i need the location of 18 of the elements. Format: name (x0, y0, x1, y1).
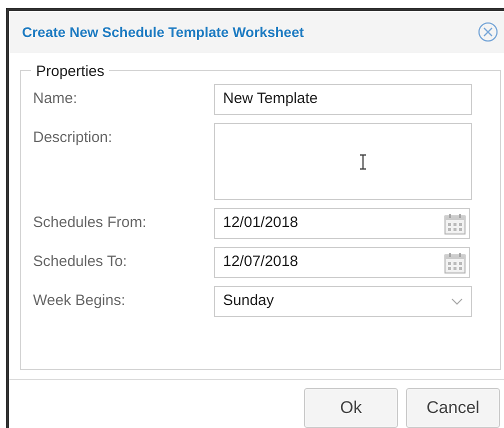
text-field[interactable]: New Template (214, 84, 472, 115)
text-cursor-icon (359, 154, 367, 170)
field-label: Schedules From: (33, 213, 148, 233)
field-label: Schedules To: (33, 252, 128, 272)
ok-button[interactable]: Ok (304, 388, 398, 428)
dialog-title: Create New Schedule Template Worksheet (22, 22, 304, 42)
date-field[interactable]: 12/01/2018 (214, 208, 470, 239)
date-field[interactable]: 12/07/2018 (214, 247, 470, 278)
cancel-button[interactable]: Cancel (406, 388, 500, 428)
field-label: Name: (33, 89, 78, 109)
field-label: Description: (33, 128, 114, 148)
calendar-icon[interactable] (444, 252, 466, 274)
description-field[interactable] (214, 123, 472, 200)
chevron-down-icon (451, 298, 463, 306)
week-dropdown[interactable]: Sunday (214, 286, 472, 317)
calendar-icon[interactable] (444, 212, 466, 234)
close-icon[interactable] (478, 22, 498, 42)
field-label: Week Begins: (33, 291, 126, 311)
